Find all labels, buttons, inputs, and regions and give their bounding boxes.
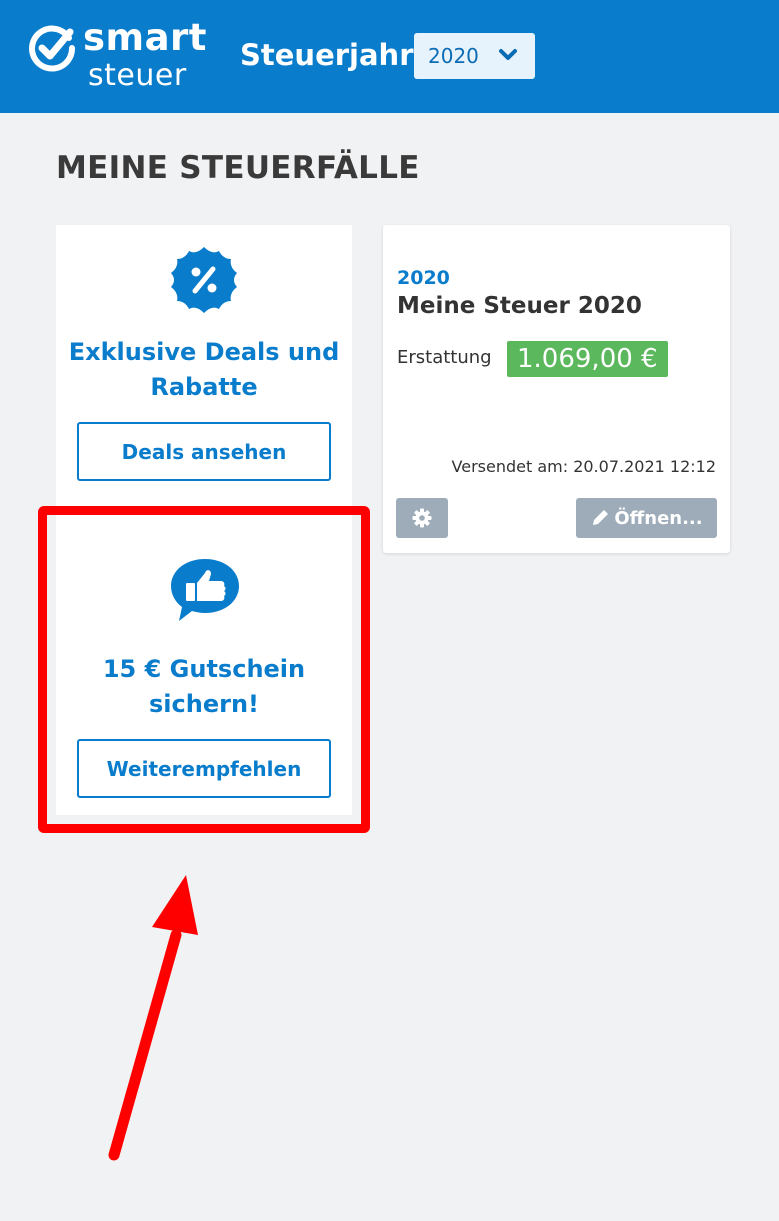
page-title: MEINE STEUERFÄLLE [56, 150, 420, 186]
logo-text-primary: smart [83, 16, 207, 59]
percent-badge-icon [171, 247, 237, 313]
sent-date: Versendet am: 20.07.2021 12:12 [451, 457, 716, 476]
deals-heading: Exklusive Deals und Rabatte [56, 335, 352, 405]
tax-year-value: 2020 [428, 44, 479, 68]
red-arrow-annotation [108, 875, 198, 1161]
check-circle-icon [29, 25, 76, 72]
app-header: smart steuer Steuerjahr 2020 [0, 0, 779, 113]
logo-text-secondary: steuer [88, 58, 187, 93]
chevron-down-icon [499, 49, 517, 60]
gear-icon [412, 508, 432, 528]
tax-case-title[interactable]: Meine Steuer 2020 [397, 293, 642, 319]
open-case-label: Öffnen... [614, 507, 703, 529]
highlight-annotation-box [38, 506, 370, 833]
deals-heading-line2: Rabatte [150, 373, 258, 401]
tax-year-label: Steuerjahr [240, 38, 414, 72]
tax-year-select[interactable]: 2020 [414, 33, 535, 79]
view-deals-button[interactable]: Deals ansehen [77, 422, 331, 481]
pencil-icon [593, 510, 609, 525]
tax-case-year: 2020 [397, 267, 450, 289]
deals-heading-line1: Exklusive Deals und [68, 338, 340, 366]
refund-label: Erstattung [397, 347, 492, 368]
open-case-button[interactable]: Öffnen... [576, 498, 717, 538]
deals-card: Exklusive Deals und Rabatte Deals ansehe… [56, 225, 352, 505]
refund-amount-badge: 1.069,00 € [507, 341, 668, 377]
case-settings-button[interactable] [396, 498, 448, 538]
tax-case-card: 2020 Meine Steuer 2020 Erstattung 1.069,… [383, 225, 730, 553]
smartsteuer-logo[interactable]: smart steuer [28, 16, 208, 94]
